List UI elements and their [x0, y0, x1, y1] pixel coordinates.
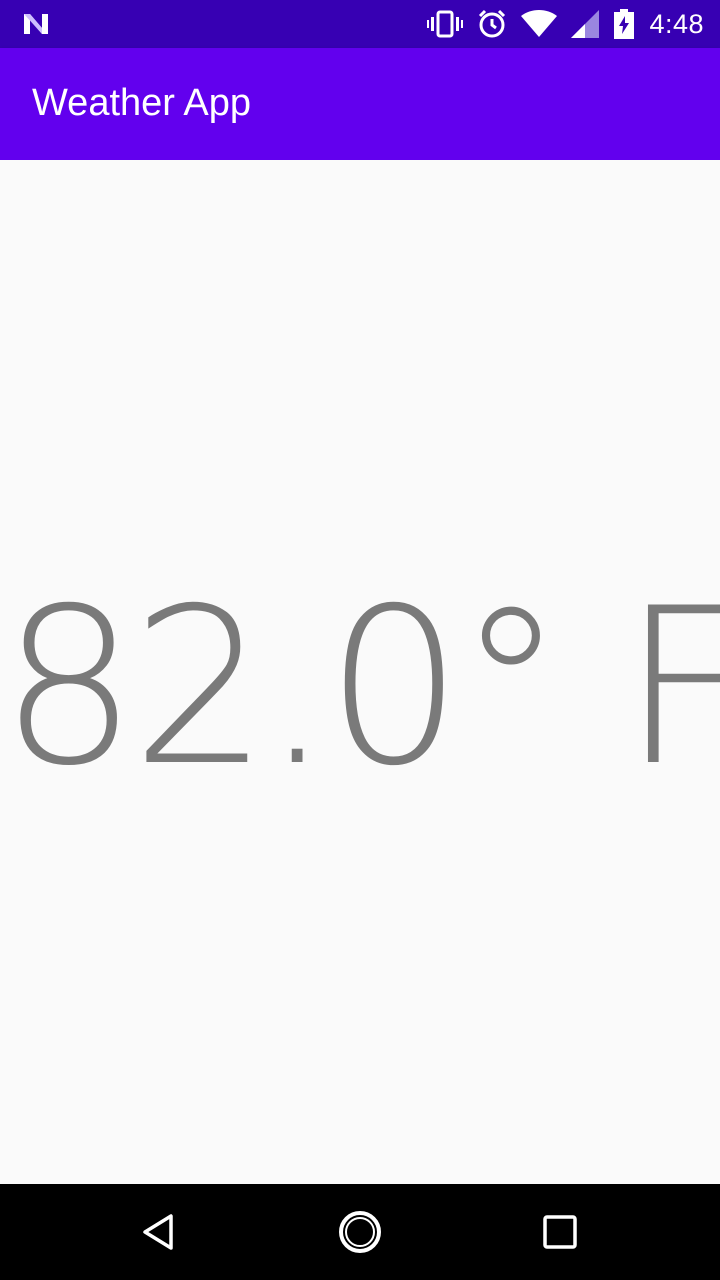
recents-icon[interactable]	[536, 1208, 584, 1256]
vibrate-icon	[427, 9, 464, 39]
navigation-bar	[0, 1184, 720, 1280]
battery-charging-icon	[613, 9, 635, 39]
back-icon[interactable]	[136, 1208, 184, 1256]
app-bar: Weather App	[0, 48, 720, 160]
status-bar: 4:48	[0, 0, 720, 48]
status-time: 4:48	[649, 8, 704, 39]
status-icons: 4:48	[427, 0, 704, 48]
cell-signal-icon	[571, 10, 600, 38]
app-title: Weather App	[32, 82, 252, 124]
temperature-display: 82.0° F	[0, 562, 720, 813]
main-content: 82.0° F	[0, 160, 720, 1184]
home-icon[interactable]	[336, 1208, 384, 1256]
notification-n-icon	[20, 10, 52, 38]
alarm-icon	[477, 9, 507, 39]
wifi-icon	[521, 10, 558, 38]
